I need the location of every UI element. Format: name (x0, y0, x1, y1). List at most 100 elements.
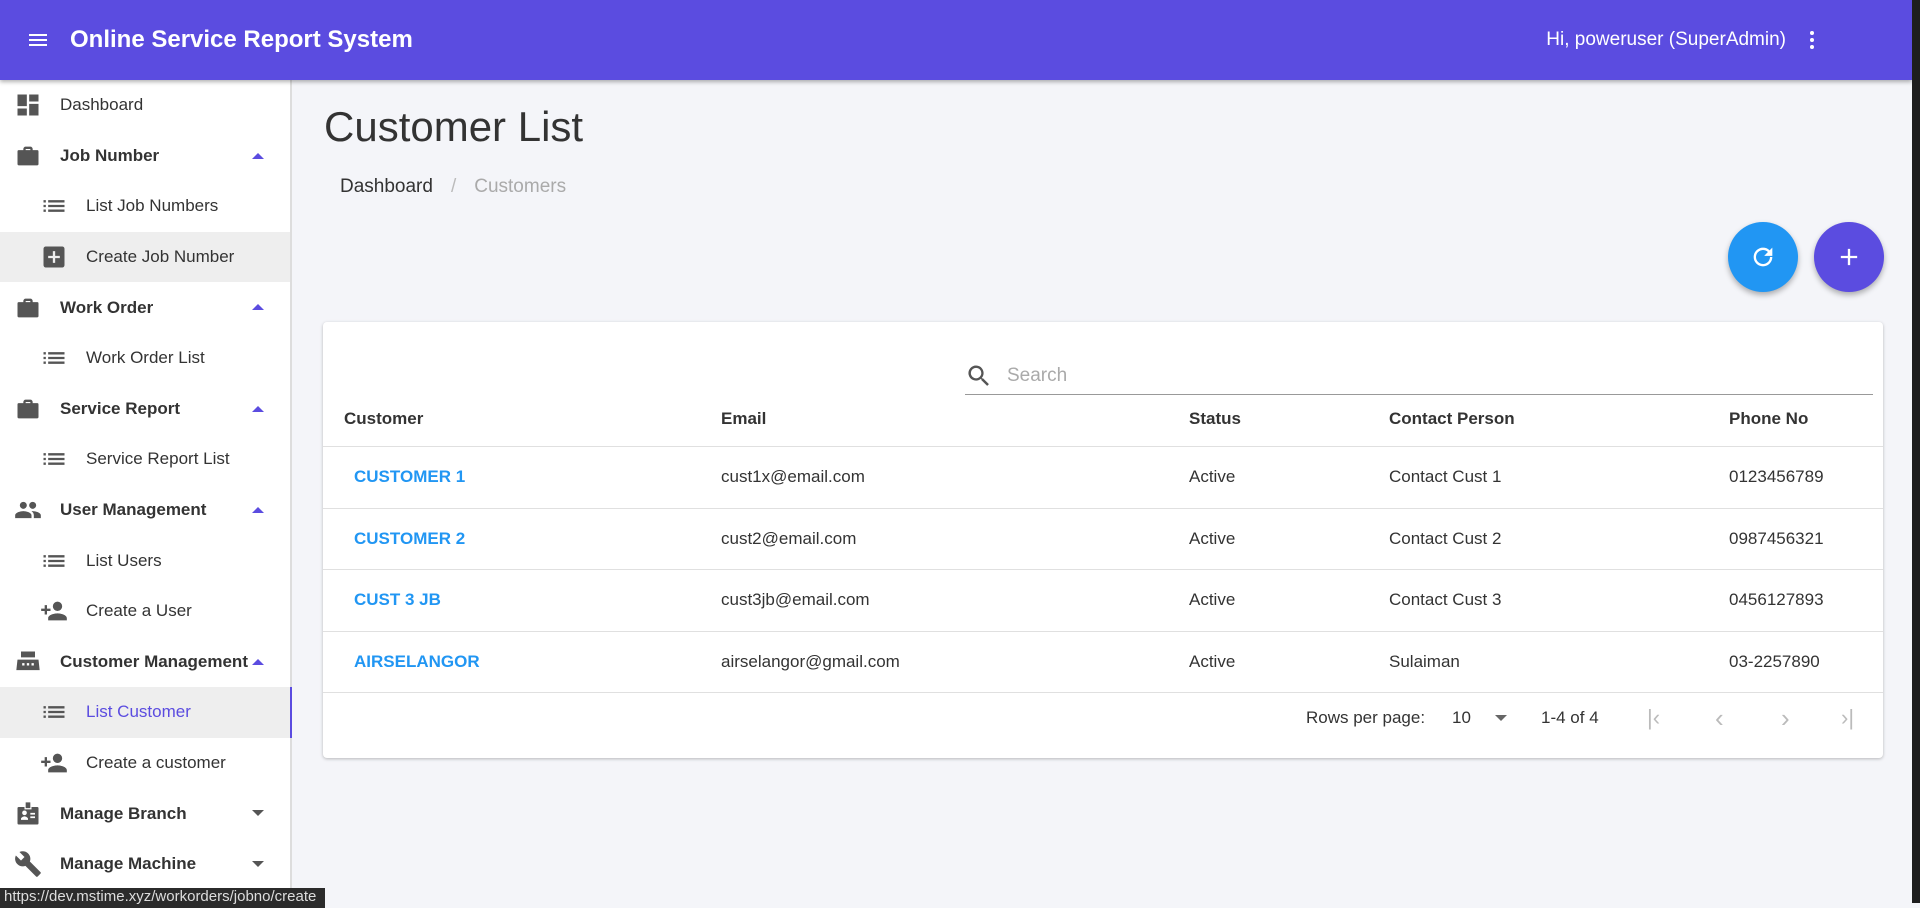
plus-icon (1840, 248, 1858, 266)
sidebar-item-dashboard[interactable]: Dashboard (0, 80, 290, 131)
person-add-icon (41, 753, 67, 773)
sidebar-item-create-a-user[interactable]: Create a User (0, 586, 290, 637)
list-icon (43, 554, 65, 567)
table-cell: cust3jb@email.com (721, 590, 870, 610)
page-range: 1-4 of 4 (1541, 708, 1599, 727)
breadcrumb-customers: Customers (474, 176, 567, 197)
briefcase-icon (17, 399, 39, 419)
menu-icon[interactable] (26, 28, 50, 52)
chevron-down-icon (1495, 715, 1507, 721)
table-cell: Contact Cust 2 (1389, 528, 1502, 548)
sidebar-item-work-order-list[interactable]: Work Order List (0, 333, 290, 384)
sidebar-item-user-management[interactable]: User Management (0, 485, 290, 536)
customer-link[interactable]: AIRSELANGOR (354, 652, 480, 672)
fax-icon (16, 651, 40, 670)
sidebar-item-label: Dashboard (60, 95, 144, 115)
sidebar-item-service-report-list[interactable]: Service Report List (0, 434, 290, 485)
refresh-icon (1753, 247, 1773, 267)
column-header[interactable]: Contact Person (1389, 409, 1515, 429)
column-header[interactable]: Email (721, 409, 766, 429)
sidebar-item-job-number[interactable]: Job Number (0, 131, 290, 182)
more-vert-icon[interactable] (1800, 28, 1824, 52)
rows-per-page-select[interactable]: 10 (1452, 708, 1507, 728)
sidebar: Dashboard Job Number List Job Numbers Creat… (0, 80, 292, 903)
people-icon (15, 501, 41, 519)
caret-up-icon (252, 658, 264, 665)
customer-table-card: Customer Email Status Contact Person Phone N… (323, 322, 1883, 758)
list-icon (43, 706, 65, 719)
caret-up-icon (252, 405, 264, 412)
table-cell: 0123456789 (1729, 467, 1824, 487)
table-cell: airselangor@gmail.com (721, 651, 900, 671)
sidebar-item-manage-branch[interactable]: Manage Branch (0, 788, 290, 839)
app-bar: Online Service Report System Hi, powerus… (0, 0, 1912, 80)
search-input[interactable] (1007, 364, 1807, 387)
first-page-icon[interactable]: |‹ (1647, 705, 1660, 731)
table-row[interactable]: CUSTOMER 2 cust2@email.com Active Contact C… (323, 509, 1883, 570)
sidebar-item-customer-management[interactable]: Customer Management (0, 637, 290, 688)
add-customer-button[interactable] (1814, 222, 1884, 292)
sidebar-item-list-customer[interactable]: List Customer (0, 687, 292, 738)
table-cell: Contact Cust 3 (1389, 590, 1502, 610)
column-header[interactable]: Customer (344, 409, 423, 429)
table-header-row: Customer Email Status Contact Person Phone N… (323, 392, 1883, 447)
sidebar-item-label: List Users (86, 550, 162, 570)
sidebar-item-label: Customer Management (60, 651, 248, 671)
user-greeting: Hi, poweruser (SuperAdmin) (1546, 29, 1786, 50)
customer-link[interactable]: CUSTOMER 2 (354, 529, 465, 549)
prev-page-icon[interactable]: ‹ (1715, 703, 1724, 734)
search-icon (968, 365, 989, 386)
sidebar-item-label: Work Order List (86, 348, 205, 368)
dashboard-icon (17, 94, 39, 116)
caret-up-icon (252, 152, 264, 159)
window-edge (1912, 0, 1920, 903)
table-cell: Active (1189, 651, 1236, 671)
customer-link[interactable]: CUSTOMER 1 (354, 467, 465, 487)
table-row[interactable]: CUST 3 JB cust3jb@email.com Active Contact … (323, 570, 1883, 632)
caret-down-icon (252, 810, 264, 817)
rows-per-page-label: Rows per page: (1306, 708, 1426, 727)
page-title: Customer List (324, 103, 584, 150)
sidebar-item-work-order[interactable]: Work Order (0, 282, 290, 333)
list-icon (43, 352, 65, 365)
sidebar-item-list-users[interactable]: List Users (0, 535, 290, 586)
app-title: Online Service Report System (70, 26, 413, 53)
breadcrumb-dashboard[interactable]: Dashboard (340, 176, 433, 198)
column-header[interactable]: Phone No (1729, 409, 1808, 429)
table-cell: Contact Cust 1 (1389, 467, 1502, 487)
sidebar-item-label: List Job Numbers (86, 196, 219, 216)
table-cell: 03-2257890 (1729, 651, 1820, 671)
sidebar-item-label: Manage Branch (60, 803, 187, 823)
table-cell: 0987456321 (1729, 528, 1824, 548)
status-url: https://dev.mstime.xyz/workorders/jobno/… (0, 888, 325, 908)
caret-up-icon (252, 304, 264, 311)
sidebar-item-label: Work Order (60, 297, 154, 317)
sidebar-item-create-a-customer[interactable]: Create a customer (0, 738, 290, 789)
sidebar-item-manage-machine[interactable]: Manage Machine (0, 839, 290, 890)
table-row[interactable]: CUSTOMER 1 cust1x@email.com Active Contact … (323, 447, 1883, 509)
column-header[interactable]: Status (1189, 409, 1241, 429)
table-cell: Active (1189, 528, 1236, 548)
next-page-icon[interactable]: › (1781, 703, 1790, 734)
last-page-icon[interactable]: ›| (1841, 705, 1854, 731)
sidebar-item-service-report[interactable]: Service Report (0, 384, 290, 435)
breadcrumb-separator: / (450, 176, 457, 197)
sidebar-item-label: User Management (60, 500, 207, 520)
list-icon (43, 200, 65, 213)
customer-link[interactable]: CUST 3 JB (354, 590, 441, 610)
caret-down-icon (252, 860, 264, 867)
refresh-button[interactable] (1728, 222, 1798, 292)
table-cell: cust2@email.com (721, 528, 857, 548)
table-row[interactable]: AIRSELANGOR airselangor@gmail.com Active Su… (323, 632, 1883, 693)
sidebar-item-label: Create a customer (86, 753, 226, 773)
sidebar-item-label: Create a User (86, 601, 192, 621)
sidebar-item-label: List Customer (86, 702, 191, 722)
briefcase-icon (17, 298, 39, 318)
sidebar-item-list-job-numbers[interactable]: List Job Numbers (0, 181, 290, 232)
rows-per-page-value: 10 (1452, 708, 1471, 727)
search-field (965, 357, 1873, 395)
wrench-icon (15, 851, 41, 878)
sidebar-item-label: Create Job Number (86, 247, 235, 267)
table-cell: 0456127893 (1729, 590, 1824, 610)
sidebar-item-create-job-number[interactable]: Create Job Number (0, 231, 290, 283)
